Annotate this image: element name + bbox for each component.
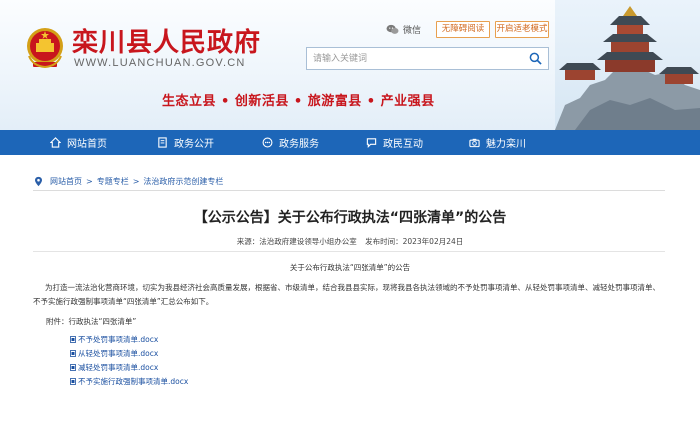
attachment-label: 附件：行政执法“四张清单” — [46, 317, 137, 326]
search-input[interactable] — [307, 48, 522, 69]
home-icon — [50, 137, 61, 148]
article-title: 【公示公告】关于公布行政执法“四张清单”的公告 — [193, 210, 507, 226]
attachment-filename: 减轻处罚事项清单.docx — [78, 362, 159, 372]
breadcrumb-separator: > — [86, 177, 93, 186]
article-subhead: 关于公布行政执法“四张清单”的公告 — [289, 263, 411, 272]
site-url: WWW.LUANCHUAN.GOV.CN — [74, 57, 246, 69]
comment-icon — [366, 138, 377, 148]
chat-icon — [262, 137, 273, 148]
nav-item-interaction[interactable]: 政民互动 — [366, 130, 423, 155]
attachment-filename: 不予实施行政强制事项清单.docx — [78, 376, 189, 386]
document-icon — [158, 137, 167, 148]
docx-file-icon — [70, 377, 76, 385]
wechat-icon — [386, 24, 399, 34]
wechat-label: 微信 — [403, 26, 422, 36]
nav-item-label: 政民互动 — [383, 139, 423, 150]
nav-item-label: 网站首页 — [67, 139, 107, 150]
national-emblem-icon — [27, 28, 63, 69]
docx-file-icon — [70, 349, 76, 357]
camera-icon — [469, 138, 480, 148]
wechat-link[interactable]: 微信 — [386, 23, 421, 36]
nav-item-label: 政务公开 — [174, 139, 214, 150]
docx-file-icon — [70, 363, 76, 371]
meta-divider — [33, 251, 665, 252]
breadcrumb-home-link[interactable]: 网站首页 — [50, 176, 82, 187]
breadcrumb-divider — [33, 190, 665, 191]
attachment-list: 不予处罚事项清单.docx 从轻处罚事项清单.docx 减轻处罚事项清单.doc… — [70, 332, 188, 388]
nav-item-label: 魅力栾川 — [486, 139, 526, 150]
breadcrumb-separator: > — [132, 177, 140, 186]
attachment-filename: 不予处罚事项清单.docx — [78, 334, 159, 344]
breadcrumb-topics-link[interactable]: 专题专栏 — [97, 176, 129, 187]
site-header: 栾川县人民政府 WWW.LUANCHUAN.GOV.CN 微信 无障碍阅读 开启… — [0, 0, 700, 130]
nav-item-home[interactable]: 网站首页 — [50, 130, 107, 155]
search-icon[interactable] — [529, 52, 542, 65]
elderly-mode-button[interactable]: 开启适老模式 — [495, 21, 549, 38]
main-nav: 网站首页 政务公开 政务服务 政民互动 魅力栾川 — [0, 130, 700, 155]
attachment-link[interactable]: 不予实施行政强制事项清单.docx — [70, 374, 188, 388]
attachment-filename: 从轻处罚事项清单.docx — [78, 348, 159, 358]
nav-item-gov-affairs-open[interactable]: 政务公开 — [157, 130, 214, 155]
attachment-link[interactable]: 减轻处罚事项清单.docx — [70, 360, 188, 374]
nav-item-label: 政务服务 — [279, 139, 319, 150]
article-source: 来源：法治政府建设领导小组办公室 — [236, 237, 357, 246]
attachment-link[interactable]: 不予处罚事项清单.docx — [70, 332, 188, 346]
site-title[interactable]: 栾川县人民政府 — [72, 22, 261, 59]
location-pin-icon — [35, 176, 42, 187]
breadcrumb: 网站首页 > 专题专栏 > 法治政府示范创建专栏 — [33, 176, 223, 187]
pagoda-scenery-image — [555, 0, 700, 130]
nav-item-gov-services[interactable]: 政务服务 — [262, 130, 319, 155]
slogan: 生态立县 • 创新活县 • 旅游富县 • 产业强县 — [162, 94, 435, 109]
article-paragraph: 为打造一流法治化营商环境，切实为我县经济社会高质量发展，根据省、市级清单，结合我… — [33, 283, 660, 306]
article-meta: 来源：法治政府建设领导小组办公室 发布时间：2023年02月24日 — [0, 236, 700, 247]
accessible-reading-button[interactable]: 无障碍阅读 — [436, 21, 490, 38]
search-box — [306, 47, 549, 70]
breadcrumb-rule-of-law-link[interactable]: 法治政府示范创建专栏 — [143, 176, 223, 187]
article-date: 发布时间：2023年02月24日 — [365, 237, 464, 246]
attachment-link[interactable]: 从轻处罚事项清单.docx — [70, 346, 188, 360]
docx-file-icon — [70, 335, 76, 343]
nav-item-charm-luanchuan[interactable]: 魅力栾川 — [469, 130, 526, 155]
